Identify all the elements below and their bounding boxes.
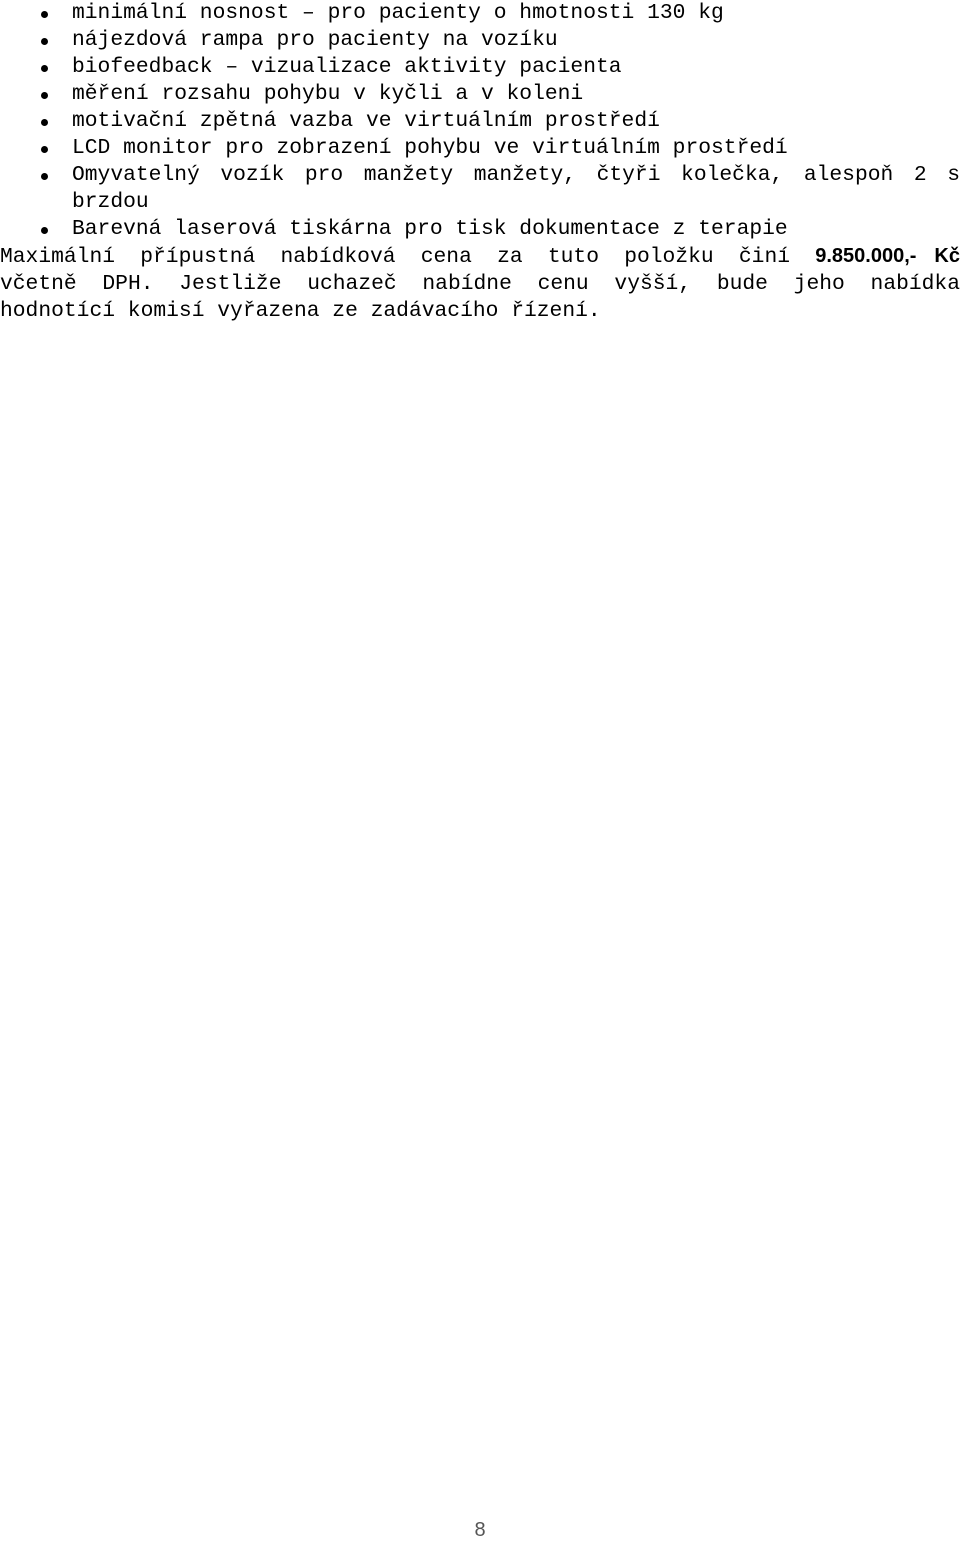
page-number: 8 [474, 1519, 486, 1541]
price-paragraph-line-1: Maximální přípustná nabídková cena za tu… [0, 243, 960, 271]
list-item-text: nájezdová rampa pro pacienty na vozíku [72, 28, 558, 52]
page-content: minimální nosnost – pro pacienty o hmotn… [0, 0, 960, 325]
price-paragraph-lead-text: Maximální přípustná nabídková cena za tu… [0, 245, 790, 269]
list-item-text: Barevná laserová tiskárna pro tisk dokum… [72, 217, 788, 241]
list-item: motivační zpětná vazba ve virtuálním pro… [0, 108, 960, 135]
list-item: minimální nosnost – pro pacienty o hmotn… [0, 0, 960, 27]
maximum-price-value: 9.850.000,- Kč [815, 245, 960, 267]
list-item: biofeedback – vizualizace aktivity pacie… [0, 54, 960, 81]
document-page: minimální nosnost – pro pacienty o hmotn… [0, 0, 960, 1550]
list-item-text: minimální nosnost – pro pacienty o hmotn… [72, 1, 724, 25]
list-item: nájezdová rampa pro pacienty na vozíku [0, 27, 960, 54]
list-item: Barevná laserová tiskárna pro tisk dokum… [0, 216, 960, 243]
list-item-text-line-1: Omyvatelný vozík pro manžety manžety, čt… [72, 163, 960, 187]
list-item-text: LCD monitor pro zobrazení pohybu ve virt… [72, 136, 788, 160]
list-item-text: měření rozsahu pohybu v kyčli a v koleni [72, 82, 584, 106]
list-item: LCD monitor pro zobrazení pohybu ve virt… [0, 135, 960, 162]
list-item-text: biofeedback – vizualizace aktivity pacie… [72, 55, 622, 79]
price-paragraph: Maximální přípustná nabídková cena za tu… [0, 243, 960, 325]
list-item-text-line-2: brzdou [72, 190, 149, 214]
price-paragraph-line-2: včetně DPH. Jestliže uchazeč nabídne cen… [0, 272, 960, 296]
list-item: měření rozsahu pohybu v kyčli a v koleni [0, 81, 960, 108]
specification-list: minimální nosnost – pro pacienty o hmotn… [0, 0, 960, 243]
price-paragraph-line-3: hodnotící komisí vyřazena ze zadávacího … [0, 299, 601, 323]
list-item-text: motivační zpětná vazba ve virtuálním pro… [72, 109, 660, 133]
list-item: Omyvatelný vozík pro manžety manžety, čt… [0, 162, 960, 216]
